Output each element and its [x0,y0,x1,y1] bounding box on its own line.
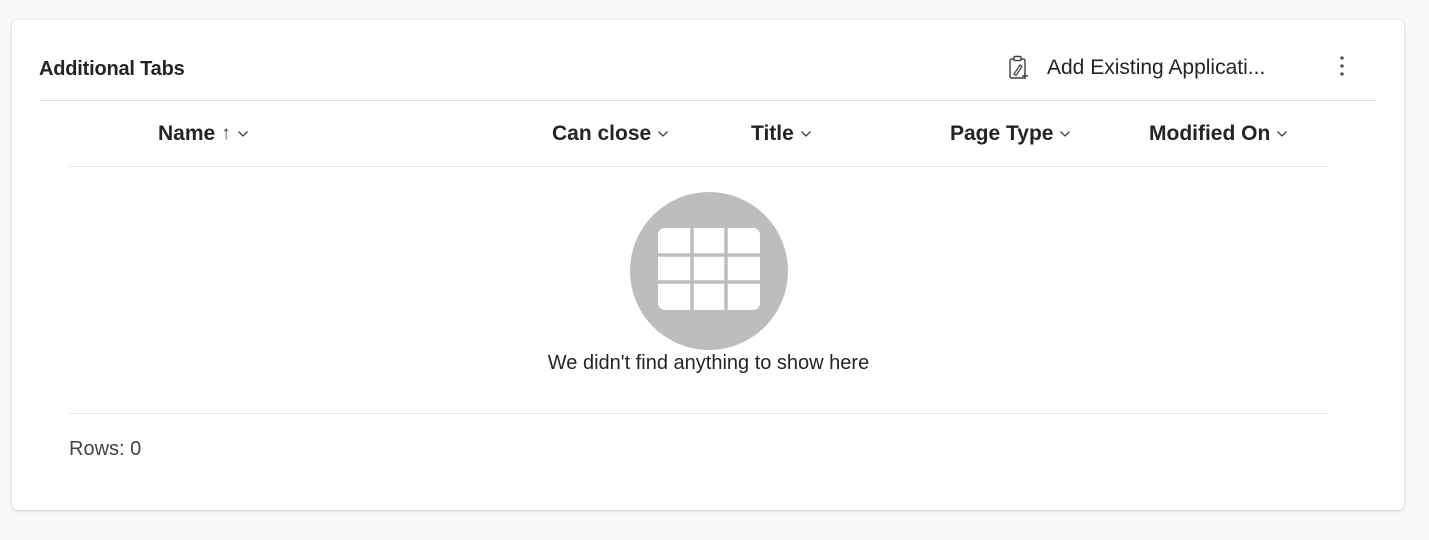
column-header-modified-on[interactable]: Modified On [1149,102,1288,166]
column-header-name[interactable]: Name ↑ [158,102,249,166]
column-header-label: Page Type [950,122,1054,145]
column-header-can-close[interactable]: Can close [552,102,669,166]
add-existing-icon [1007,55,1031,81]
more-commands-button[interactable] [1329,50,1355,86]
chevron-down-icon [1276,130,1288,138]
column-header-page-type[interactable]: Page Type [950,102,1071,166]
chevron-down-icon [237,130,249,138]
chevron-down-icon [1059,130,1071,138]
panel-header: Additional Tabs Add Existing Applicati..… [39,48,1377,101]
more-vertical-icon [1339,55,1345,82]
additional-tabs-panel: Additional Tabs Add Existing Applicati..… [12,20,1404,510]
empty-state-message: We didn't find anything to show here [547,352,870,374]
empty-grid-icon [630,192,788,350]
column-header-label: Can close [552,122,652,145]
sort-ascending-icon: ↑ [221,123,231,144]
add-existing-application-button[interactable]: Add Existing Applicati... [1003,48,1269,88]
chevron-down-icon [800,130,812,138]
grid-header: Name ↑ Can close Title Page Type Modifie… [69,102,1328,167]
add-existing-application-label: Add Existing Applicati... [1047,56,1266,79]
row-count: Rows: 0 [69,438,142,460]
panel-title: Additional Tabs [39,58,185,80]
column-header-label: Title [751,122,794,145]
chevron-down-icon [657,130,669,138]
column-header-label: Name [158,122,216,145]
column-header-title[interactable]: Title [751,102,812,166]
empty-state: We didn't find anything to show here [69,168,1328,414]
column-header-label: Modified On [1149,122,1271,145]
